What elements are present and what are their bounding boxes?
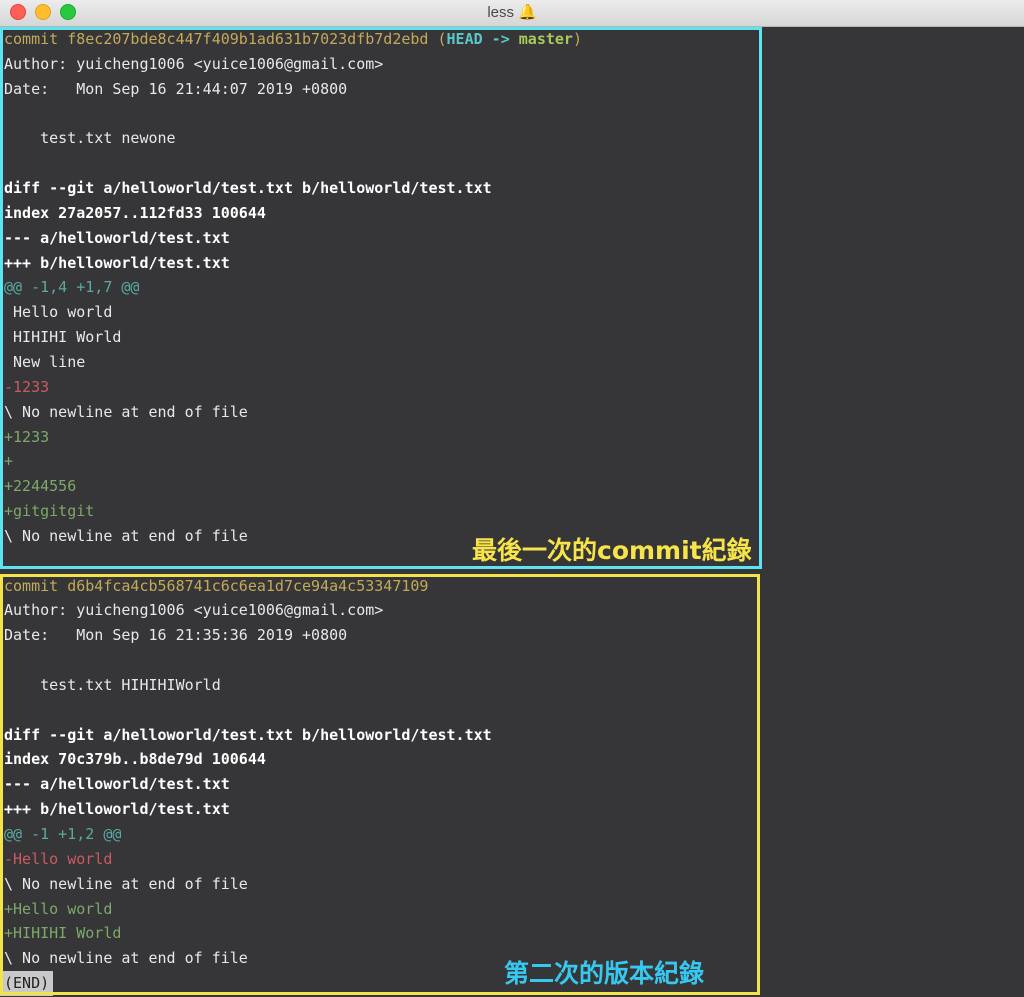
terminal-window: less 🔔 commit f8ec207bde8c447f409b1ad631b… — [0, 0, 1024, 997]
title-bar: less 🔔 — [0, 0, 1024, 27]
latest-commit-highlight-box — [0, 27, 762, 569]
window-title-text: less — [487, 4, 514, 21]
window-title: less 🔔 — [0, 3, 1024, 21]
second-commit-annotation: 第二次的版本紀錄 — [504, 959, 705, 988]
latest-commit-annotation: 最後一次的commit紀錄 — [472, 536, 752, 565]
second-commit-highlight-box — [0, 574, 760, 995]
bell-icon: 🔔 — [518, 4, 537, 21]
